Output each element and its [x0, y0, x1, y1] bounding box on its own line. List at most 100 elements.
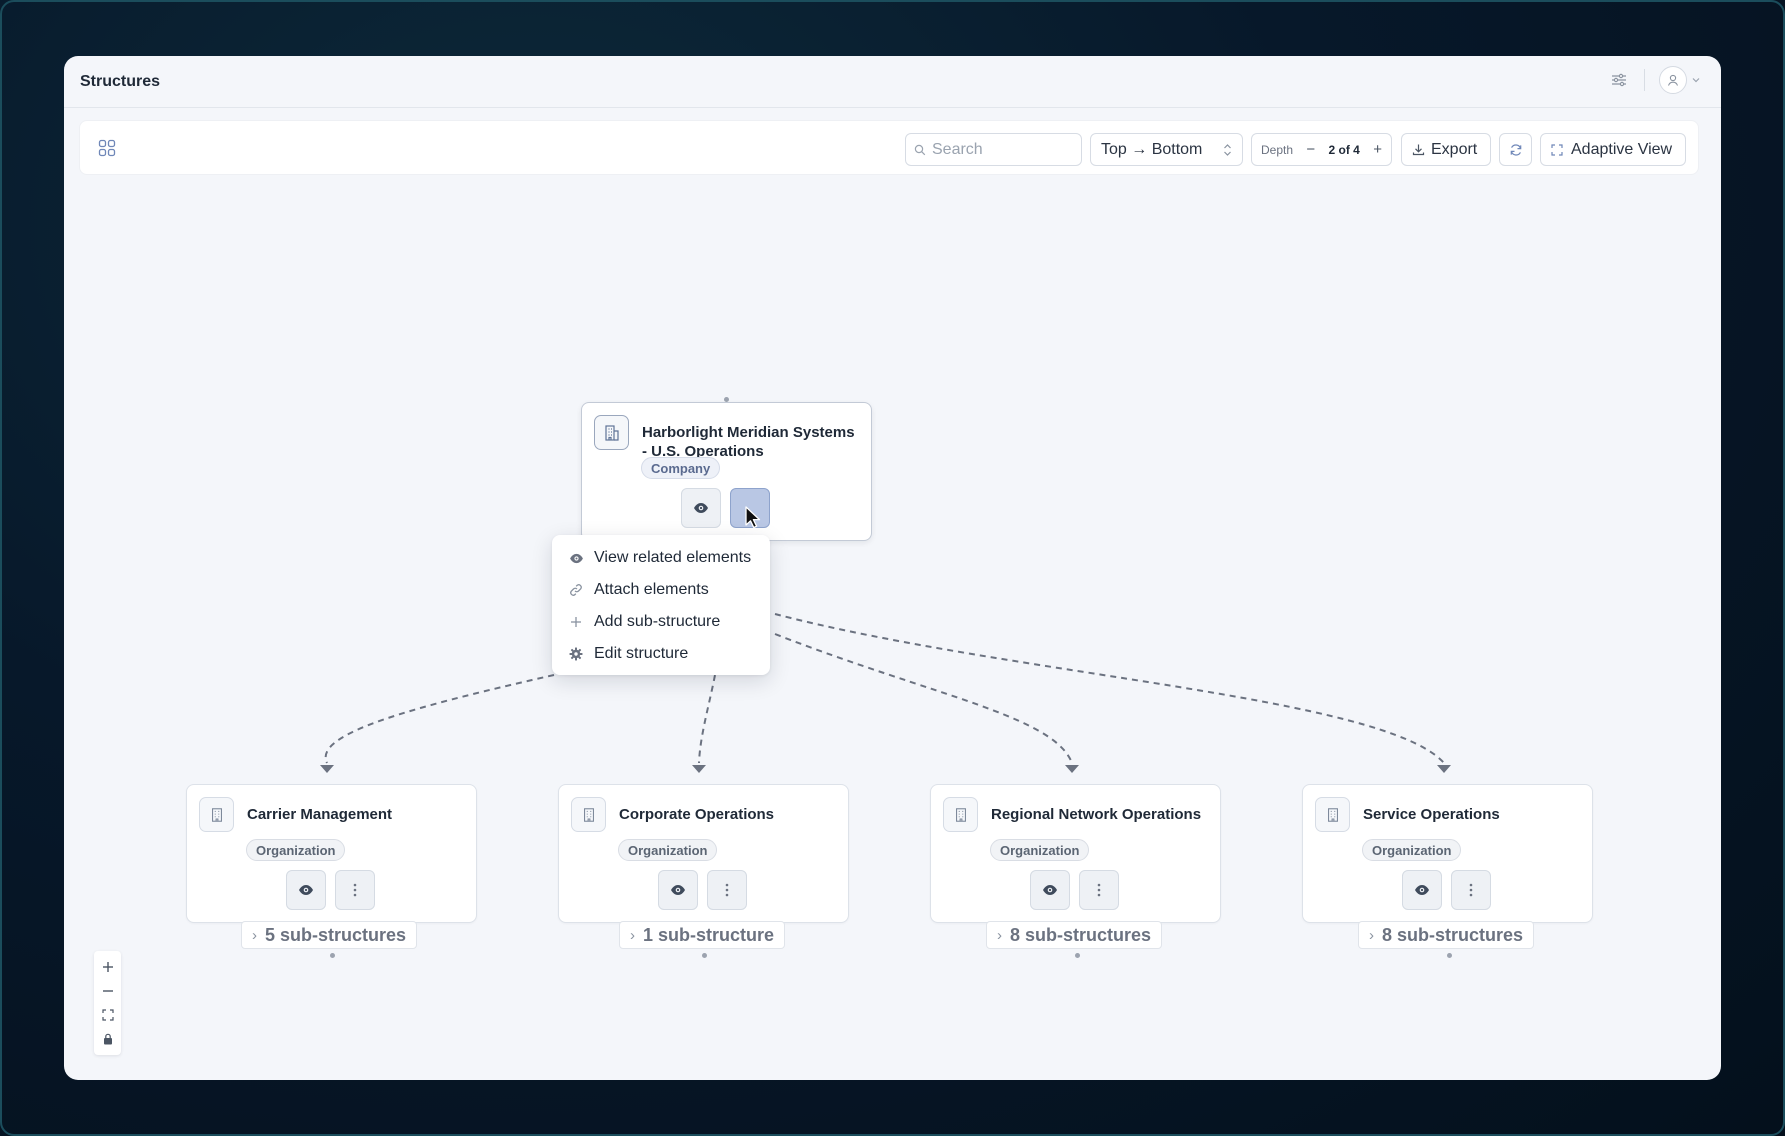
orientation-select[interactable]: Top → Bottom: [1090, 133, 1243, 166]
bottom-handle[interactable]: [330, 953, 335, 958]
link-icon: [568, 582, 584, 598]
bottom-handle[interactable]: [702, 953, 707, 958]
building-icon: [1315, 797, 1350, 832]
more-vertical-icon: [1097, 883, 1101, 897]
child-more-button[interactable]: [1079, 870, 1119, 910]
grid-icon[interactable]: [98, 139, 116, 157]
more-vertical-icon: [1469, 883, 1473, 897]
sub-structures-toggle[interactable]: › 5 sub-structures: [241, 921, 418, 949]
eye-icon: [299, 885, 313, 895]
bottom-handle[interactable]: [1447, 953, 1452, 958]
depth-decrease-button[interactable]: −: [1306, 141, 1315, 158]
child-more-button[interactable]: [335, 870, 375, 910]
depth-increase-button[interactable]: +: [1373, 141, 1382, 158]
child-more-button[interactable]: [707, 870, 747, 910]
title-actions: [1608, 66, 1701, 94]
page-title: Structures: [80, 72, 161, 90]
edge-regional: [774, 633, 1073, 764]
menu-item-view-related[interactable]: View related elements: [552, 542, 770, 574]
building-icon: [199, 797, 234, 832]
structure-canvas[interactable]: Harborlight Meridian Systems - U.S. Oper…: [64, 176, 1721, 1080]
sliders-icon[interactable]: [1608, 69, 1630, 91]
child-view-button[interactable]: [658, 870, 698, 910]
child-node-corporate[interactable]: Corporate Operations Organization: [558, 784, 849, 923]
child-view-button[interactable]: [1030, 870, 1070, 910]
root-node-badge: Company: [641, 457, 721, 479]
download-icon: [1412, 144, 1425, 156]
title-bar: Structures: [64, 56, 1721, 108]
child-node-regional[interactable]: Regional Network Operations Organization: [930, 784, 1221, 923]
menu-item-edit[interactable]: Edit structure: [552, 638, 770, 670]
eye-icon: [568, 550, 584, 566]
orientation-value: Top → Bottom: [1101, 140, 1203, 158]
search-icon: [914, 144, 926, 155]
child-node-title: Regional Network Operations: [991, 806, 1202, 823]
edge-corporate: [698, 674, 716, 764]
arrow-corporate: [692, 765, 706, 773]
zoom-controls: [94, 951, 121, 1055]
export-button[interactable]: Export: [1401, 133, 1491, 166]
divider: [1644, 69, 1645, 91]
adaptive-view-button[interactable]: Adaptive View: [1540, 133, 1686, 166]
arrow-service: [1437, 765, 1451, 773]
sub-structures-toggle[interactable]: › 8 sub-structures: [986, 921, 1163, 949]
chevron-right-icon: ›: [997, 926, 1002, 944]
export-label: Export: [1431, 140, 1478, 158]
refresh-button[interactable]: [1499, 133, 1532, 166]
depth-value: 2 of 4: [1328, 142, 1360, 157]
zoom-in-button[interactable]: [98, 957, 118, 977]
user-icon: [1667, 74, 1679, 86]
lock-icon: [103, 1033, 112, 1045]
fit-view-icon: [101, 1009, 114, 1021]
fit-view-button[interactable]: [98, 1005, 118, 1025]
child-node-service[interactable]: Service Operations Organization: [1302, 784, 1593, 923]
depth-control: Depth − 2 of 4 +: [1251, 133, 1392, 166]
lock-button[interactable]: [98, 1029, 118, 1049]
bottom-handle[interactable]: [1075, 953, 1080, 958]
child-node-title: Service Operations: [1363, 806, 1500, 823]
menu-item-attach[interactable]: Attach elements: [552, 574, 770, 606]
child-node-badge: Organization: [990, 839, 1090, 861]
gear-icon: [568, 646, 584, 662]
minus-icon: [102, 990, 113, 992]
child-node-badge: Organization: [246, 839, 346, 861]
chevron-down-icon: [1692, 78, 1700, 83]
chevron-right-icon: ›: [630, 926, 635, 944]
adaptive-view-label: Adaptive View: [1571, 140, 1673, 158]
chevron-right-icon: ›: [1369, 926, 1374, 944]
sub-structures-toggle[interactable]: › 1 sub-structure: [619, 921, 786, 949]
child-node-badge: Organization: [618, 839, 718, 861]
sub-structures-toggle[interactable]: › 8 sub-structures: [1358, 921, 1535, 949]
child-node-badge: Organization: [1362, 839, 1462, 861]
eye-icon: [1043, 885, 1057, 895]
refresh-icon: [1510, 143, 1521, 156]
arrow-carrier: [320, 765, 334, 773]
edge-service: [774, 613, 1445, 764]
more-vertical-icon: [725, 883, 729, 897]
eye-icon: [1415, 885, 1429, 895]
root-view-button[interactable]: [681, 488, 721, 528]
child-view-button[interactable]: [1402, 870, 1442, 910]
search-box[interactable]: [905, 133, 1082, 166]
avatar[interactable]: [1659, 66, 1687, 94]
updown-chevron-icon: [1224, 143, 1231, 156]
building-icon: [594, 415, 629, 450]
root-node-title: Harborlight Meridian Systems - U.S. Oper…: [642, 424, 855, 460]
root-node[interactable]: Harborlight Meridian Systems - U.S. Oper…: [581, 402, 872, 541]
zoom-out-button[interactable]: [98, 981, 118, 1001]
expand-icon: [1551, 143, 1563, 156]
building-icon: [943, 797, 978, 832]
child-node-title: Carrier Management: [247, 806, 393, 823]
user-menu[interactable]: [1659, 66, 1701, 94]
plus-icon: [102, 962, 113, 972]
edge-carrier: [324, 674, 555, 764]
plus-icon: [568, 614, 584, 630]
child-view-button[interactable]: [286, 870, 326, 910]
building-icon: [571, 797, 606, 832]
eye-icon: [694, 503, 708, 513]
child-node-carrier[interactable]: Carrier Management Organization: [186, 784, 477, 923]
arrow-regional: [1065, 765, 1079, 773]
search-input[interactable]: [932, 140, 1072, 159]
child-more-button[interactable]: [1451, 870, 1491, 910]
menu-item-add-sub[interactable]: Add sub-structure: [552, 606, 770, 638]
